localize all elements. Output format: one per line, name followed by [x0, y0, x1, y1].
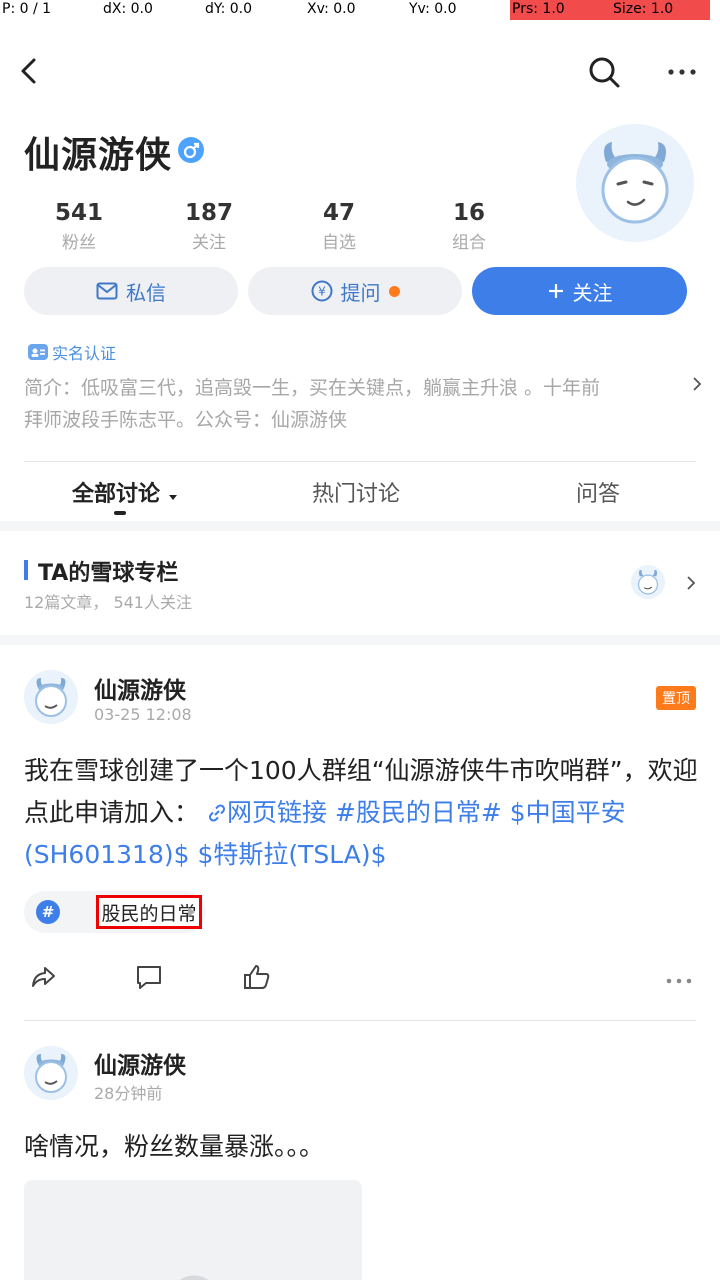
debug-overlay: P: 0 / 1 dX: 0.0 dY: 0.0 Xv: 0.0 Yv: 0.0… — [0, 0, 720, 22]
like-icon[interactable] — [242, 962, 272, 992]
follow-button[interactable]: 关注 — [472, 267, 687, 315]
yuan-coin-icon: ¥ — [311, 280, 332, 302]
hashtag-icon: # — [36, 900, 60, 924]
stat-value: 16 — [452, 200, 485, 226]
verified-badge: 实名认证 — [28, 340, 116, 364]
pinned-badge: 置顶 — [656, 686, 696, 710]
divider — [24, 1020, 696, 1021]
more-options-icon[interactable] — [664, 966, 694, 996]
column-avatar — [631, 565, 665, 599]
post-time: 03-25 12:08 — [94, 705, 192, 724]
bull-avatar-icon — [35, 678, 67, 717]
bull-avatar-icon — [35, 1054, 67, 1093]
debug-xv: Xv: 0.0 — [307, 1, 356, 17]
more-icon[interactable] — [666, 66, 698, 78]
ask-button-label: 提问 — [340, 280, 381, 305]
tab-qa[interactable]: 问答 — [576, 476, 620, 508]
profile-intro[interactable]: 简介：低吸富三代，追高毁一生，买在关键点，躺赢主升浪 。十年前 拜师波段手陈志平… — [24, 372, 674, 436]
stat-value: 187 — [184, 200, 233, 226]
topic-label: 股民的日常 — [96, 895, 202, 929]
post-author[interactable]: 仙源游侠 — [94, 671, 186, 705]
follow-button-label: 关注 — [572, 280, 613, 305]
stat-fans[interactable]: 541 粉丝 — [24, 200, 134, 253]
column-title: TA的雪球专栏 — [38, 561, 179, 586]
stat-portfolios[interactable]: 16 组合 — [414, 200, 524, 253]
debug-yv: Yv: 0.0 — [409, 1, 457, 17]
debug-dy: dY: 0.0 — [205, 1, 253, 17]
chevron-right-icon — [687, 576, 696, 590]
post-content[interactable]: 啥情况，粉丝数量暴涨。。。 — [24, 1126, 700, 1168]
plus-icon — [548, 284, 563, 298]
tab-active-indicator — [114, 511, 126, 515]
search-icon[interactable] — [586, 54, 622, 90]
section-separator — [0, 635, 720, 645]
post-image-placeholder[interactable] — [24, 1180, 362, 1280]
share-icon[interactable] — [28, 962, 58, 992]
debug-dx: dX: 0.0 — [103, 1, 153, 17]
stat-label: 粉丝 — [62, 233, 96, 253]
tab-all-discussions[interactable]: 全部讨论 — [72, 476, 178, 508]
section-accent-bar — [24, 560, 28, 580]
intro-line-1: 简介：低吸富三代，追高毁一生，买在关键点，躺赢主升浪 。十年前 — [24, 377, 601, 399]
stat-following[interactable]: 187 关注 — [154, 200, 264, 253]
verified-label: 实名认证 — [52, 344, 117, 363]
profile-name: 仙源游侠 — [24, 135, 173, 176]
stat-watchlist[interactable]: 47 自选 — [284, 200, 394, 253]
stat-label: 关注 — [192, 233, 226, 253]
tab-label: 全部讨论 — [72, 482, 161, 507]
chevron-right-icon[interactable] — [690, 377, 704, 391]
post-avatar[interactable] — [24, 670, 78, 724]
notification-dot — [388, 285, 400, 297]
ask-button[interactable]: ¥ 提问 — [248, 267, 462, 315]
debug-pointer: P: 0 / 1 — [2, 1, 52, 17]
mail-icon — [96, 282, 118, 300]
post-time: 28分钟前 — [94, 1084, 163, 1103]
message-button-label: 私信 — [126, 280, 166, 305]
stat-value: 541 — [54, 200, 103, 226]
comment-icon[interactable] — [134, 962, 164, 992]
stat-value: 47 — [322, 200, 355, 226]
post-author[interactable]: 仙源游侠 — [94, 1046, 186, 1080]
link-icon — [208, 804, 225, 822]
tab-hot-discussions[interactable]: 热门讨论 — [312, 476, 400, 508]
bull-avatar-icon — [637, 570, 659, 595]
topic-chip[interactable]: # 股民的日常 — [24, 891, 206, 933]
column-subtitle: 12篇文章， 541人关注 — [24, 593, 192, 612]
section-separator — [0, 521, 720, 531]
stat-label: 组合 — [452, 233, 486, 253]
debug-prs: Prs: 1.0 — [512, 1, 565, 17]
male-gender-icon — [178, 137, 204, 163]
bull-avatar-icon — [601, 142, 669, 224]
back-arrow-icon[interactable] — [16, 56, 46, 86]
post-content[interactable]: 我在雪球创建了一个100人群组“仙源游侠牛市吹哨群”，欢迎点此申请加入： 网页链… — [24, 750, 700, 876]
post-web-link[interactable]: 网页链接 — [207, 798, 327, 827]
caret-down-icon — [168, 495, 177, 500]
profile-avatar[interactable] — [576, 124, 694, 242]
image-loading-icon — [179, 1275, 209, 1280]
divider — [24, 461, 696, 462]
post-avatar[interactable] — [24, 1046, 78, 1100]
link-text: 网页链接 — [226, 798, 327, 827]
svg-text:¥: ¥ — [318, 285, 326, 299]
play-arrow-icon — [188, 907, 195, 917]
id-card-icon — [28, 344, 48, 360]
message-button[interactable]: 私信 — [24, 267, 238, 315]
debug-size: Size: 1.0 — [613, 1, 674, 17]
stat-label: 自选 — [322, 233, 356, 253]
intro-line-2: 拜师波段手陈志平。公众号：仙源游侠 — [24, 409, 348, 431]
